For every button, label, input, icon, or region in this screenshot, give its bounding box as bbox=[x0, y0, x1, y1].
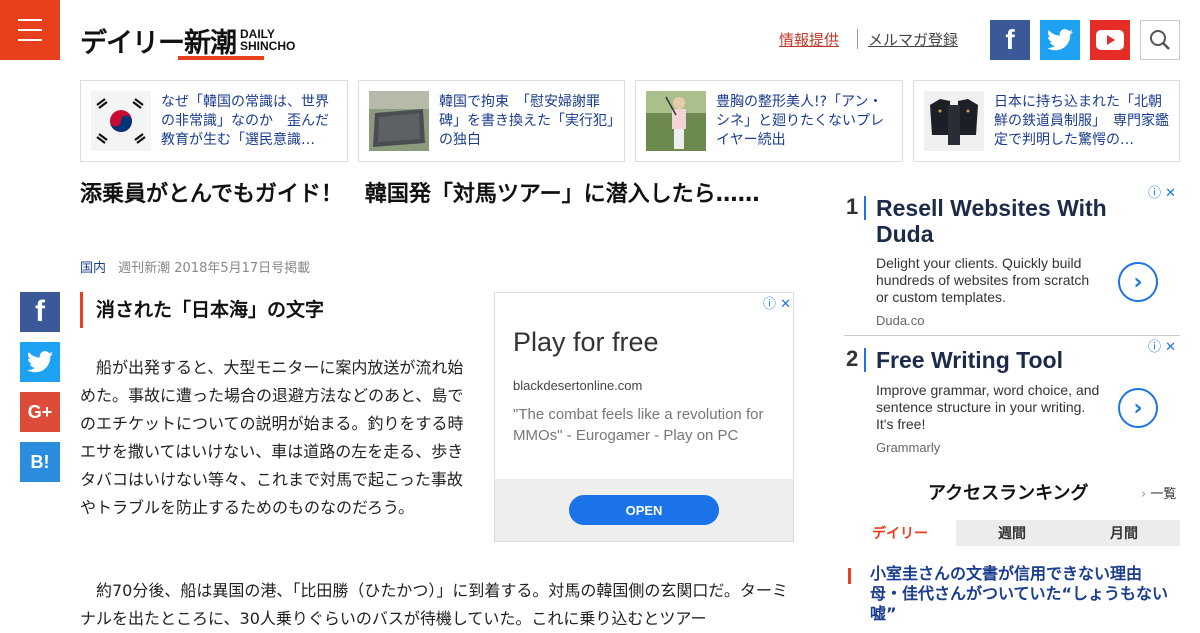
sidebar-ad-2[interactable]: ⓘ ✕ 2 Free Writing Tool Improve grammar,… bbox=[844, 336, 1180, 460]
logo-japanese: デイリー新潮 bbox=[80, 27, 237, 59]
header-divider bbox=[857, 29, 858, 49]
uniform-thumbnail bbox=[924, 91, 984, 151]
chevron-right-icon[interactable]: › bbox=[1118, 388, 1158, 428]
ad-choices-icon[interactable]: ⓘ ✕ bbox=[1148, 336, 1176, 355]
youtube-icon[interactable] bbox=[1090, 20, 1130, 60]
share-google-plus-icon[interactable]: G+ bbox=[20, 392, 60, 432]
ranking-all-label: 一覧 bbox=[1150, 487, 1177, 502]
ad-choices-icon[interactable]: ⓘ ✕ bbox=[763, 293, 791, 312]
share-twitter-icon[interactable] bbox=[20, 342, 60, 382]
ad-footer: OPEN bbox=[495, 479, 793, 541]
related-card-2[interactable]: 韓国で拘束 「慰安婦謝罪碑」を書き換えた「実行犯」の独白 bbox=[358, 80, 625, 162]
ad-source: Duda.co bbox=[876, 313, 925, 328]
article-paragraph: 約70分後、船は異国の港、「比田勝（ひたかつ）」に到着する。対馬の韓国側の玄関口… bbox=[80, 581, 788, 628]
sidebar-ad-1[interactable]: ⓘ ✕ 1 Resell Websites With Duda Delight … bbox=[844, 180, 1180, 336]
related-card-title: なぜ「韓国の常識は、世界の非常識」なのか 歪んだ教育が生む「選民意識… bbox=[161, 94, 329, 148]
ad-domain: blackdesertonline.com bbox=[513, 378, 643, 393]
ad-headline: Free Writing Tool bbox=[876, 347, 1063, 373]
article-source: 週刊新潮 2018年5月17日号掲載 bbox=[118, 261, 311, 276]
related-card-title: 日本に持ち込まれた「北朝鮮の鉄道員制服」 専門家鑑定で判明した驚愕の… bbox=[994, 94, 1169, 148]
inline-ad[interactable]: ⓘ ✕ Play for free blackdesertonline.com … bbox=[494, 292, 794, 542]
tab-monthly[interactable]: 月間 bbox=[1068, 520, 1180, 546]
ranking-item-1[interactable]: 小室圭さんの文書が信用できない理由 母・佳代さんがついていた“しょうもない嘘” bbox=[870, 564, 1175, 624]
menu-line bbox=[18, 19, 42, 21]
share-hatena-bookmark-icon[interactable]: B! bbox=[20, 442, 60, 482]
menu-line bbox=[18, 29, 42, 31]
ad-content: ⓘ ✕ Play for free blackdesertonline.com … bbox=[495, 293, 793, 479]
article-title: 添乗員がとんでもガイド！ 韓国発「対馬ツアー」に潜入したら…… bbox=[80, 182, 760, 207]
related-card-4[interactable]: 日本に持ち込まれた「北朝鮮の鉄道員制服」 専門家鑑定で判明した驚愕の… bbox=[913, 80, 1180, 162]
twitter-icon[interactable] bbox=[1040, 20, 1080, 60]
memorial-stone-thumbnail bbox=[369, 91, 429, 151]
korean-flag-thumbnail bbox=[91, 91, 151, 151]
golfer-thumbnail bbox=[646, 91, 706, 151]
logo-english: DAILY SHINCHO bbox=[240, 28, 295, 52]
ranking-item-marker bbox=[848, 568, 851, 584]
related-card-1[interactable]: なぜ「韓国の常識は、世界の非常識」なのか 歪んだ教育が生む「選民意識… bbox=[80, 80, 348, 162]
chevron-right-icon[interactable]: › bbox=[1118, 262, 1158, 302]
category-link[interactable]: 国内 bbox=[80, 261, 106, 276]
logo-underline bbox=[178, 56, 264, 60]
info-submit-link[interactable]: 情報提供 bbox=[779, 29, 839, 50]
ad-headline: Resell Websites With Duda bbox=[876, 195, 1107, 247]
related-card-title: 豊胸の整形美人!?「アン・シネ」と廻りたくないプレイヤー続出 bbox=[716, 94, 884, 148]
article-paragraph: 船が出発すると、大型モニターに案内放送が流れ始めた。事故に遭った場合の退避方法な… bbox=[80, 358, 464, 517]
article-subheading: 消された「日本海」の文字 bbox=[80, 292, 324, 328]
ad-headline: Play for free bbox=[513, 327, 659, 357]
related-card-3[interactable]: 豊胸の整形美人!?「アン・シネ」と廻りたくないプレイヤー続出 bbox=[635, 80, 903, 162]
ad-description: Delight your clients. Quickly build hund… bbox=[876, 255, 1090, 305]
search-icon[interactable] bbox=[1140, 20, 1180, 60]
newsletter-link[interactable]: メルマガ登録 bbox=[868, 29, 958, 50]
ad-description: Improve grammar, word choice, and senten… bbox=[876, 382, 1100, 432]
site-logo[interactable]: デイリー新潮 DAILY SHINCHO bbox=[80, 18, 295, 62]
article-meta: 国内 週刊新潮 2018年5月17日号掲載 bbox=[80, 257, 310, 276]
related-card-title: 韓国で拘束 「慰安婦謝罪碑」を書き換えた「実行犯」の独白 bbox=[439, 94, 614, 148]
tab-daily[interactable]: デイリー bbox=[844, 520, 956, 546]
ad-number-bar bbox=[864, 196, 866, 220]
menu-line bbox=[18, 39, 42, 41]
tab-weekly[interactable]: 週間 bbox=[956, 520, 1068, 546]
ad-number: 1 bbox=[846, 194, 859, 219]
ad-source: Grammarly bbox=[876, 440, 941, 455]
ad-number-bar bbox=[864, 348, 866, 372]
chevron-right-icon: › bbox=[1141, 487, 1147, 502]
facebook-icon[interactable]: f bbox=[990, 20, 1030, 60]
ranking-all-link[interactable]: › 一覧 bbox=[1141, 483, 1176, 502]
ranking-title: アクセスランキング bbox=[928, 483, 1089, 504]
ad-open-button[interactable]: OPEN bbox=[569, 495, 719, 525]
ad-choices-icon[interactable]: ⓘ ✕ bbox=[1148, 182, 1176, 201]
share-facebook-icon[interactable]: f bbox=[20, 292, 60, 332]
ad-description: "The combat feels like a revolution for … bbox=[513, 406, 764, 444]
logo-en-shincho: SHINCHO bbox=[240, 39, 296, 53]
ad-number: 2 bbox=[846, 346, 859, 371]
menu-button[interactable] bbox=[0, 0, 60, 60]
